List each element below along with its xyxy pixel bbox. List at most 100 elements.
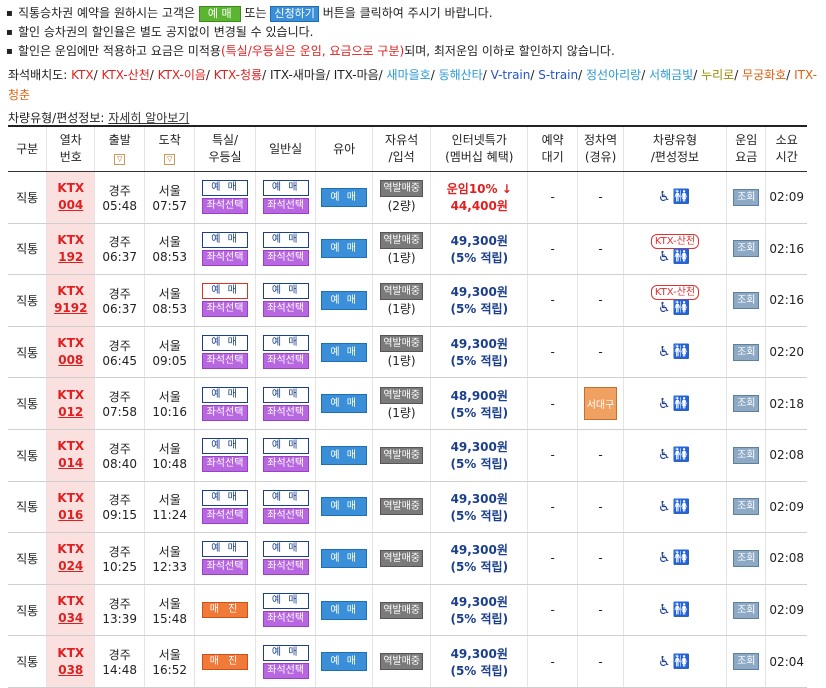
train-number-link[interactable]: 038 [47,662,94,679]
reserve-button[interactable]: 예 매 [202,335,249,352]
reserve-button[interactable]: 예 매 [262,644,309,661]
legend-item-link[interactable]: 무궁화호 [742,68,786,82]
reserve-button[interactable]: 예 매 [202,386,249,403]
train-number-cell[interactable]: KTX 012 [46,377,95,430]
infant-reserve-button[interactable]: 예 매 [321,600,368,620]
reverse-sale-button[interactable]: 역발매중 [380,601,424,619]
reserve-button[interactable]: 예 매 [262,231,309,248]
seat-select-button[interactable]: 좌석선택 [202,404,249,421]
legend-item-link[interactable]: V-train [491,68,531,82]
legend-item-link[interactable]: 정선아리랑 [586,68,641,82]
reverse-sale-button[interactable]: 역발매중 [380,446,424,464]
train-number-link[interactable]: 192 [47,249,94,266]
legend-item-link[interactable]: KTX [71,68,94,82]
reserve-button[interactable]: 예 매 [262,180,309,197]
fare-query-button[interactable]: 조회 [733,498,760,516]
reserve-button[interactable]: 예 매 [202,438,249,455]
legend-item-link[interactable]: ITX-마음 [334,68,379,82]
reserve-button[interactable]: 예 매 [262,541,309,558]
seat-select-button[interactable]: 좌석선택 [262,559,309,576]
reverse-sale-button[interactable]: 역발매중 [380,283,424,301]
train-number-cell[interactable]: KTX 016 [46,481,95,534]
reverse-sale-button[interactable]: 역발매중 [380,386,424,404]
seat-select-button[interactable]: 좌석선택 [202,249,249,266]
infant-reserve-button[interactable]: 예 매 [321,290,368,310]
infant-reserve-button[interactable]: 예 매 [321,239,368,259]
seat-select-button[interactable]: 좌석선택 [202,353,249,370]
vehicle-info-link[interactable]: 자세히 알아보기 [108,111,189,125]
reserve-button[interactable]: 예 매 [262,593,309,610]
train-number-link[interactable]: 034 [47,610,94,627]
legend-item-link[interactable]: 새마을호 [387,68,431,82]
notice-apply-button[interactable]: 신청하기 [270,6,319,22]
seat-select-button[interactable]: 좌석선택 [262,249,309,266]
train-number-cell[interactable]: KTX 9192 [46,274,95,327]
train-number-link[interactable]: 004 [47,197,94,214]
reserve-button[interactable]: 예 매 [262,283,309,300]
sort-icon[interactable]: ▽ [164,154,176,165]
train-number-cell[interactable]: KTX 038 [46,635,95,688]
fare-query-button[interactable]: 조회 [733,395,760,413]
seat-select-button[interactable]: 좌석선택 [262,301,309,318]
reserve-button[interactable]: 예 매 [202,231,249,248]
seat-select-button[interactable]: 좌석선택 [202,507,249,524]
train-number-cell[interactable]: KTX 034 [46,584,95,637]
legend-item-link[interactable]: ITX-새마을 [270,68,326,82]
reserve-button[interactable]: 예 매 [262,489,309,506]
legend-item-link[interactable]: 동해산타 [439,68,483,82]
seat-select-button[interactable]: 좌석선택 [262,198,309,215]
legend-item-link[interactable]: KTX-산천 [101,68,149,82]
train-number-cell[interactable]: KTX 008 [46,326,95,379]
fare-query-button[interactable]: 조회 [733,549,760,567]
train-number-cell[interactable]: KTX 004 [46,171,95,224]
seat-select-button[interactable]: 좌석선택 [202,559,249,576]
reverse-sale-button[interactable]: 역발매중 [380,498,424,516]
seat-select-button[interactable]: 좌석선택 [262,404,309,421]
seat-select-button[interactable]: 좌석선택 [262,662,309,679]
notice-reserve-button[interactable]: 예 매 [198,6,241,22]
train-number-cell[interactable]: KTX 014 [46,429,95,482]
seat-select-button[interactable]: 좌석선택 [262,353,309,370]
infant-reserve-button[interactable]: 예 매 [321,342,368,362]
infant-reserve-button[interactable]: 예 매 [321,187,368,207]
train-number-link[interactable]: 016 [47,507,94,524]
legend-item-link[interactable]: 서해금빛 [649,68,693,82]
reverse-sale-button[interactable]: 역발매중 [380,335,424,353]
reverse-sale-button[interactable]: 역발매중 [380,653,424,671]
train-number-link[interactable]: 008 [47,352,94,369]
fare-query-button[interactable]: 조회 [733,446,760,464]
reserve-button[interactable]: 예 매 [202,489,249,506]
infant-reserve-button[interactable]: 예 매 [321,394,368,414]
reverse-sale-button[interactable]: 역발매중 [380,180,424,198]
seat-select-button[interactable]: 좌석선택 [202,198,249,215]
seat-select-button[interactable]: 좌석선택 [202,301,249,318]
reserve-button[interactable]: 예 매 [262,335,309,352]
reserve-button[interactable]: 예 매 [262,438,309,455]
legend-item-link[interactable]: KTX-청룡 [214,68,262,82]
seat-select-button[interactable]: 좌석선택 [262,456,309,473]
seat-select-button[interactable]: 좌석선택 [262,611,309,628]
fare-query-button[interactable]: 조회 [733,343,760,361]
legend-item-link[interactable]: KTX-이음 [158,68,206,82]
reverse-sale-button[interactable]: 역발매중 [380,549,424,567]
seat-select-button[interactable]: 좌석선택 [262,507,309,524]
legend-item-link[interactable]: S-train [538,68,578,82]
fare-query-button[interactable]: 조회 [733,601,760,619]
train-number-link[interactable]: 024 [47,558,94,575]
stop-station-button[interactable]: 서대구 [583,387,618,421]
infant-reserve-button[interactable]: 예 매 [321,445,368,465]
reverse-sale-button[interactable]: 역발매중 [380,231,424,249]
infant-reserve-button[interactable]: 예 매 [321,497,368,517]
fare-query-button[interactable]: 조회 [733,188,760,206]
reserve-button[interactable]: 예 매 [202,541,249,558]
reserve-button[interactable]: 예 매 [202,180,249,197]
legend-item-link[interactable]: 누리로 [701,68,734,82]
train-number-cell[interactable]: KTX 024 [46,532,95,585]
train-number-cell[interactable]: KTX 192 [46,223,95,276]
infant-reserve-button[interactable]: 예 매 [321,548,368,568]
train-number-link[interactable]: 9192 [47,300,94,317]
infant-reserve-button[interactable]: 예 매 [321,652,368,672]
fare-query-button[interactable]: 조회 [733,653,760,671]
reserve-button[interactable]: 예 매 [262,386,309,403]
reserve-button[interactable]: 예 매 [202,283,249,300]
